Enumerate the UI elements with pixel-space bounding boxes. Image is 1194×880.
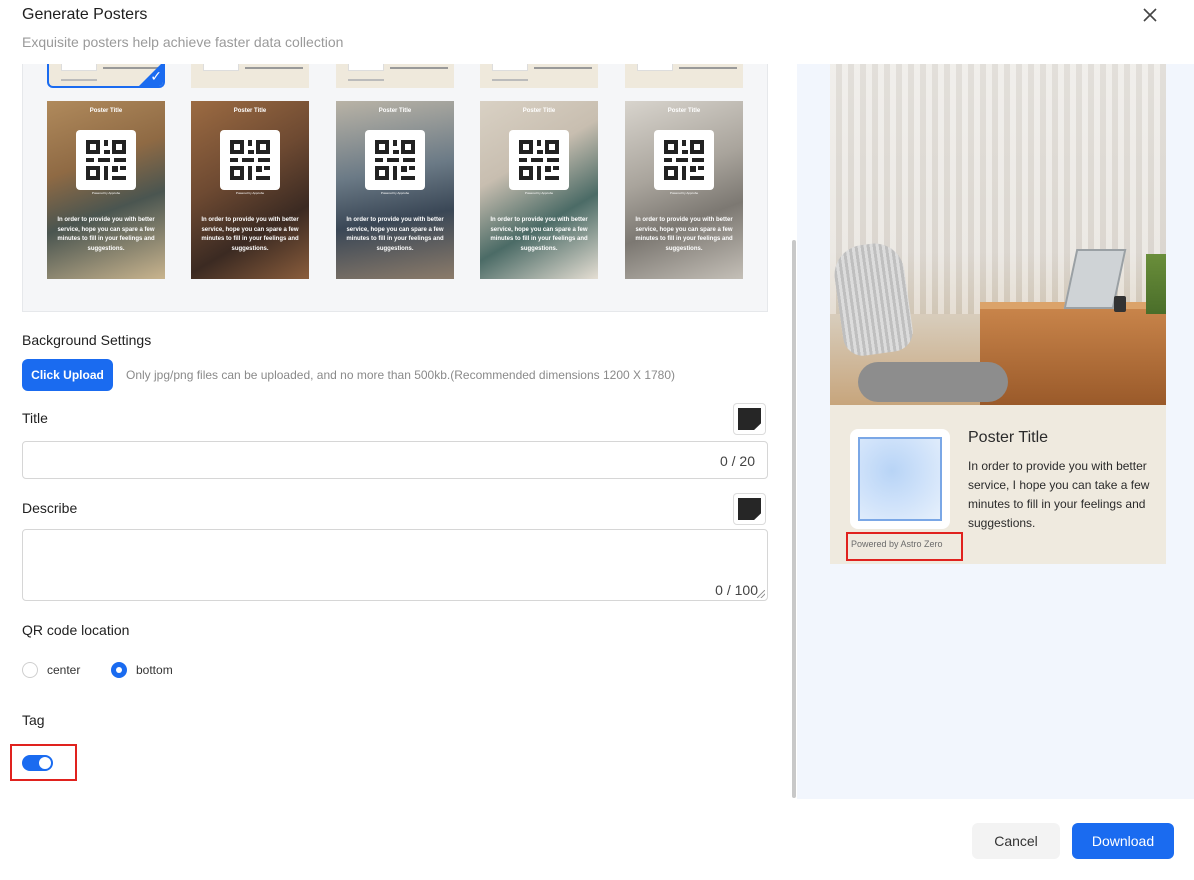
qr-icon (61, 64, 97, 71)
dialog-header: Generate Posters Exquisite posters help … (0, 0, 1194, 64)
thumb-powered-by: Powered by Appcube (524, 191, 554, 195)
template-gallery: ✓ Poster Title Powered by Appcube In ord… (22, 64, 768, 312)
upload-hint: Only jpg/png files can be uploaded, and … (126, 368, 676, 382)
qr-code-icon (858, 437, 942, 521)
thumb-powered-by: Powered by Appcube (380, 191, 410, 195)
thumb-poster-title: Poster Title (233, 108, 267, 114)
scrollbar[interactable] (792, 240, 796, 798)
poster-info-panel: Powered by Astro Zero Poster Title In or… (830, 405, 1166, 564)
radio-bottom[interactable]: bottom (111, 661, 173, 679)
tag-label: Tag (22, 712, 45, 728)
thumb-poster-title: Poster Title (89, 108, 123, 114)
template-thumb[interactable]: Poster Title Powered by Appcube In order… (191, 101, 309, 279)
template-thumb[interactable]: Poster Title Powered by Appcube In order… (625, 101, 743, 279)
thumb-description: In order to provide you with better serv… (201, 217, 299, 252)
dialog-title: Generate Posters (22, 6, 148, 23)
thumb-powered-by: Powered by Appcube (669, 191, 699, 195)
check-icon: ✓ (150, 68, 162, 84)
template-thumb[interactable]: Poster Title Powered by Appcube In order… (47, 101, 165, 279)
radio-circle-selected (111, 662, 127, 678)
template-thumb[interactable]: Poster Title Powered by Appcube In order… (336, 101, 454, 279)
cancel-button[interactable]: Cancel (972, 823, 1060, 859)
qr-code-icon (509, 130, 569, 190)
describe-textarea[interactable]: 0 / 100 (22, 529, 768, 601)
settings-panel: ✓ Poster Title Powered by Appcube In ord… (0, 64, 792, 800)
thumb-description: In order to provide you with better serv… (635, 217, 733, 252)
highlight-box (10, 744, 77, 781)
thumb-poster-title: Poster Title (522, 108, 556, 114)
title-color-picker[interactable] (733, 403, 766, 435)
template-thumb[interactable] (480, 64, 598, 88)
poster-description: In order to provide you with better serv… (968, 459, 1150, 530)
poster-title: Poster Title (968, 429, 1049, 446)
qr-code-icon (365, 130, 425, 190)
highlight-box (846, 532, 963, 561)
upload-button[interactable]: Click Upload (22, 359, 113, 391)
qr-icon (637, 64, 673, 71)
radio-circle (22, 662, 38, 678)
poster-background-image (830, 64, 1166, 405)
thumb-powered-by: Powered by Appcube (235, 191, 265, 195)
thumb-poster-title: Poster Title (667, 108, 701, 114)
close-icon[interactable] (1139, 4, 1161, 26)
describe-char-counter: 0 / 100 (715, 582, 758, 598)
resize-grip-icon[interactable] (757, 590, 765, 598)
radio-bottom-label: bottom (136, 663, 173, 677)
dialog-subtitle: Exquisite posters help achieve faster da… (22, 34, 344, 50)
title-label: Title (22, 410, 48, 426)
thumb-description: In order to provide you with better serv… (490, 217, 588, 252)
template-thumb[interactable] (625, 64, 743, 88)
download-button[interactable]: Download (1072, 823, 1174, 859)
template-thumb[interactable] (191, 64, 309, 88)
thumb-description: In order to provide you with better serv… (346, 217, 444, 252)
title-char-counter: 0 / 20 (719, 453, 755, 469)
qr-icon (203, 64, 239, 71)
radio-center-label: center (47, 663, 81, 677)
qr-code-icon (76, 130, 136, 190)
qr-code-icon (654, 130, 714, 190)
thumb-description: In order to provide you with better serv… (57, 217, 155, 252)
poster-preview-panel: Powered by Astro Zero Poster Title In or… (797, 64, 1194, 799)
template-thumb-selected[interactable]: ✓ (47, 64, 165, 88)
qr-location-label: QR code location (22, 622, 130, 638)
generate-posters-dialog: Generate Posters Exquisite posters help … (0, 0, 1194, 880)
template-thumb[interactable] (336, 64, 454, 88)
thumb-powered-by: Powered by Appcube (91, 191, 121, 195)
qr-icon (348, 64, 384, 71)
qr-code-icon (220, 130, 280, 190)
describe-color-picker[interactable] (733, 493, 766, 525)
qr-icon (492, 64, 528, 71)
template-thumb[interactable]: Poster Title Powered by Appcube In order… (480, 101, 598, 279)
describe-label: Describe (22, 500, 78, 516)
radio-center[interactable]: center (22, 661, 80, 679)
title-input[interactable]: 0 / 20 (22, 441, 768, 479)
thumb-poster-title: Poster Title (378, 108, 412, 114)
background-settings-label: Background Settings (22, 332, 152, 348)
qr-code-preview (850, 429, 950, 529)
